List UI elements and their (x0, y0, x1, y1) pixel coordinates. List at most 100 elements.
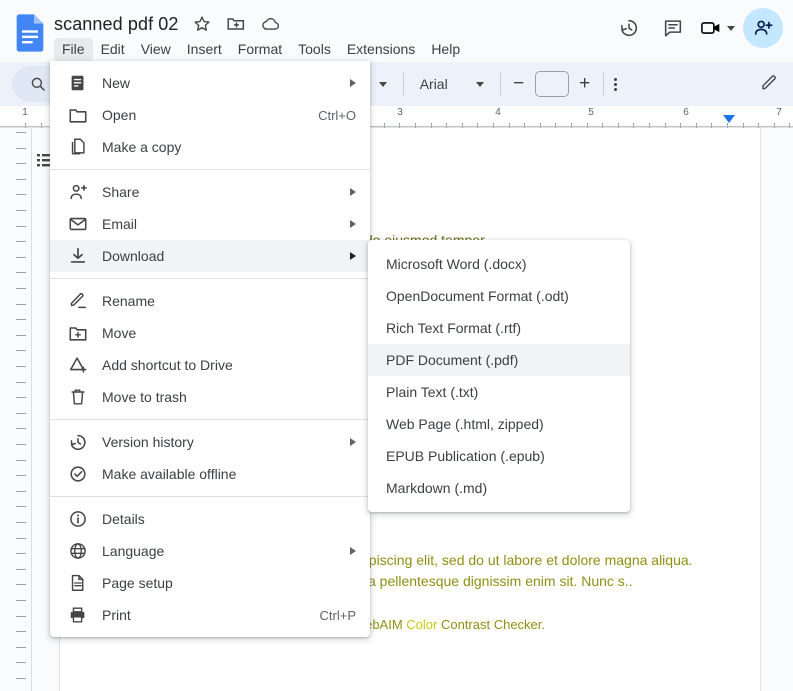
submenu-arrow-icon (350, 79, 356, 87)
offline-check-icon (68, 464, 88, 484)
file-menu-item-version-history[interactable]: Version history (50, 426, 370, 458)
menu-item-label: Page setup (102, 575, 173, 591)
file-menu-item-move-to-trash[interactable]: Move to trash (50, 381, 370, 413)
vertical-ruler-tick (16, 553, 26, 555)
submenu-arrow-icon (350, 188, 356, 196)
download-option-label: Web Page (.html, zipped) (386, 416, 544, 432)
menu-tools[interactable]: Tools (290, 38, 339, 61)
vertical-ruler-tick (16, 288, 26, 289)
vertical-ruler-tick (16, 568, 26, 570)
menu-item-label: Language (102, 543, 165, 559)
vertical-ruler-tick (16, 397, 26, 399)
menu-view[interactable]: View (133, 38, 179, 61)
vertical-ruler-tick (16, 428, 26, 430)
font-size-input[interactable] (534, 71, 569, 97)
share-button[interactable] (743, 8, 783, 48)
star-icon[interactable] (191, 13, 213, 35)
person-add-icon (68, 182, 88, 202)
download-option-rich-text-format-rtf-[interactable]: Rich Text Format (.rtf) (368, 312, 630, 344)
vertical-ruler-tick (16, 256, 26, 258)
download-option-plain-text-txt-[interactable]: Plain Text (.txt) (368, 376, 630, 408)
download-option-opendocument-format-odt-[interactable]: OpenDocument Format (.odt) (368, 280, 630, 312)
download-option-epub-publication-epub-[interactable]: EPUB Publication (.epub) (368, 440, 630, 472)
comment-icon (664, 20, 682, 37)
search-icon (31, 77, 45, 91)
file-menu-popup[interactable]: New Open Ctrl+O Make a copy Share Email Downlo… (50, 61, 370, 637)
file-menu-item-make-a-copy[interactable]: Make a copy (50, 131, 370, 163)
file-menu-item-rename[interactable]: Rename (50, 285, 370, 317)
editing-mode-button[interactable] (759, 73, 779, 98)
menu-file[interactable]: File (54, 38, 93, 61)
menu-item-label: Make a copy (102, 139, 182, 155)
file-menu-item-download[interactable]: Download (50, 240, 370, 272)
download-option-web-page-html-zipped-[interactable]: Web Page (.html, zipped) (368, 408, 630, 440)
download-submenu-popup[interactable]: Microsoft Word (.docx) OpenDocument Forma… (368, 240, 630, 512)
chevron-down-icon (475, 81, 484, 87)
meet-button[interactable] (699, 17, 735, 39)
file-menu-item-email[interactable]: Email (50, 208, 370, 240)
vertical-ruler-tick (16, 506, 26, 508)
indent-marker[interactable] (723, 115, 735, 123)
cloud-saved-icon[interactable] (259, 13, 281, 35)
menu-item-label: Open (102, 107, 137, 123)
menu-format[interactable]: Format (230, 38, 290, 61)
submenu-arrow-icon (350, 220, 356, 228)
file-menu-item-page-setup[interactable]: Page setup (50, 567, 370, 599)
file-menu-item-new[interactable]: New (50, 67, 370, 99)
ruler-number: 7 (776, 107, 782, 118)
menu-extensions[interactable]: Extensions (339, 38, 423, 61)
move-to-folder-icon[interactable] (225, 13, 247, 35)
more-options-button[interactable] (613, 77, 617, 91)
submenu-arrow-icon (350, 252, 356, 260)
new-doc-icon (68, 73, 88, 93)
comment-button[interactable] (655, 10, 691, 46)
download-option-label: EPUB Publication (.epub) (386, 448, 545, 464)
menu-help[interactable]: Help (423, 38, 468, 61)
menu-item-label: Make available offline (102, 466, 237, 482)
download-option-microsoft-word-docx-[interactable]: Microsoft Word (.docx) (368, 248, 630, 280)
decrease-font-size-button[interactable]: − (511, 74, 527, 93)
menu-item-label: Version history (102, 434, 194, 450)
version-history-button[interactable] (611, 10, 647, 46)
vertical-ruler-tick (16, 319, 26, 321)
file-menu-item-open[interactable]: Open Ctrl+O (50, 99, 370, 131)
vertical-ruler-tick (16, 210, 26, 211)
ruler-number: 1 (22, 107, 28, 118)
vertical-ruler[interactable] (0, 128, 32, 691)
menu-item-shortcut: Ctrl+O (318, 107, 356, 123)
pencil-edit-icon (762, 75, 776, 90)
file-menu-item-make-available-offline[interactable]: Make available offline (50, 458, 370, 490)
file-menu-item-language[interactable]: Language (50, 535, 370, 567)
file-menu-item-move[interactable]: Move (50, 317, 370, 349)
menu-insert[interactable]: Insert (179, 38, 230, 61)
toolbar-divider (402, 73, 404, 95)
ruler-number: 4 (495, 107, 501, 118)
copy-icon (68, 137, 88, 157)
increase-font-size-button[interactable]: + (577, 74, 593, 93)
file-menu-item-print[interactable]: Print Ctrl+P (50, 599, 370, 631)
rename-pencil-icon (68, 291, 88, 311)
download-option-label: Rich Text Format (.rtf) (386, 320, 522, 336)
document-title-row: scanned pdf 02 (54, 10, 281, 38)
google-docs-logo (16, 14, 44, 52)
ruler-number: 5 (588, 107, 594, 118)
font-family-label: Arial (419, 76, 448, 92)
globe-language-icon (68, 541, 88, 561)
font-family-dropdown[interactable]: Arial (414, 76, 490, 92)
vertical-ruler-tick (16, 490, 26, 492)
vertical-ruler-tick (16, 381, 26, 383)
file-menu-item-share[interactable]: Share (50, 176, 370, 208)
toolbar-divider (602, 73, 604, 95)
vertical-ruler-tick (16, 459, 26, 461)
file-menu-item-add-shortcut-to-drive[interactable]: Add shortcut to Drive (50, 349, 370, 381)
download-option-markdown-md-[interactable]: Markdown (.md) (368, 472, 630, 504)
vertical-ruler-tick (16, 631, 26, 633)
download-option-label: PDF Document (.pdf) (386, 352, 519, 368)
add-shortcut-drive-icon (68, 355, 88, 375)
page-title[interactable]: scanned pdf 02 (54, 14, 179, 35)
vertical-ruler-tick (16, 615, 26, 617)
menu-edit[interactable]: Edit (93, 38, 133, 61)
file-menu-item-details[interactable]: Details (50, 503, 370, 535)
vertical-ruler-tick (16, 475, 26, 477)
download-option-pdf-document-pdf-[interactable]: PDF Document (.pdf) (368, 344, 630, 376)
